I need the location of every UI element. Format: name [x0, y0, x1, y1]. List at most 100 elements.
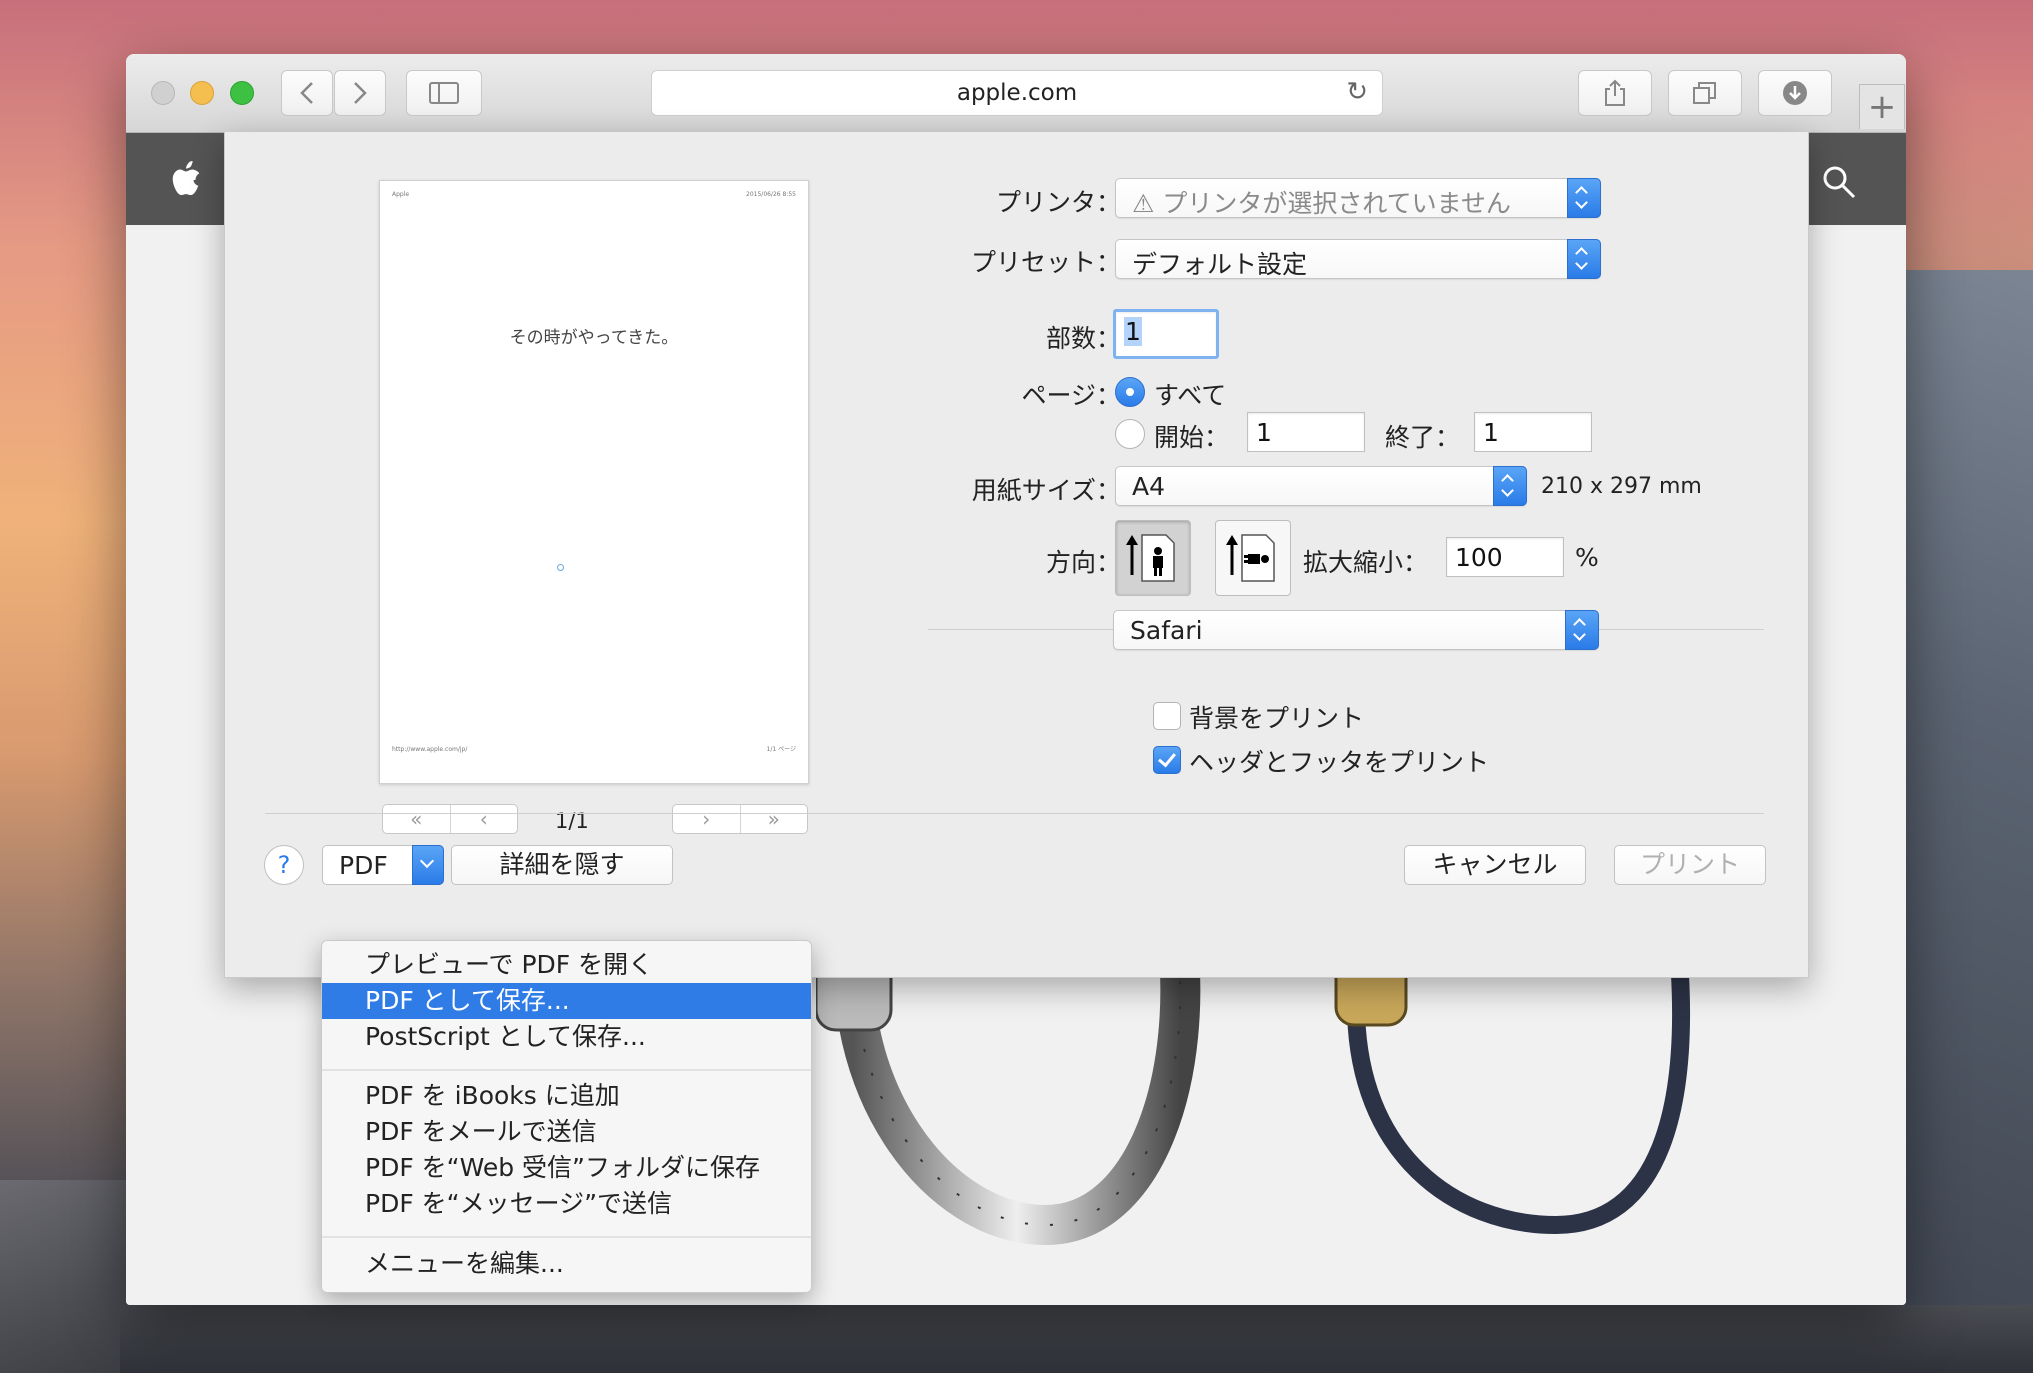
presets-value: デフォルト設定: [1132, 250, 1308, 279]
new-tab-button[interactable]: +: [1859, 84, 1905, 129]
pdf-menu-button[interactable]: PDF: [322, 845, 444, 885]
updown-arrows-icon: [1567, 178, 1601, 218]
updown-arrows-icon: [1567, 239, 1601, 279]
copies-field[interactable]: 1: [1113, 309, 1219, 359]
pages-to-value: 1: [1483, 418, 1499, 447]
menu-item-save-as-pdf[interactable]: PDF として保存...: [322, 983, 811, 1019]
printer-popup[interactable]: ⚠ プリンタが選択されていません: [1115, 178, 1601, 218]
help-button[interactable]: ?: [264, 845, 304, 885]
preview-forward-controls: › »: [672, 804, 808, 834]
last-page-button[interactable]: »: [741, 805, 808, 833]
pages-range-radio[interactable]: [1115, 419, 1145, 449]
pages-all-radio[interactable]: [1115, 377, 1145, 407]
fullscreen-window-button[interactable]: [230, 81, 254, 105]
pages-to-label: 終了：: [1385, 423, 1461, 452]
pages-label: ページ：: [1021, 381, 1121, 410]
tabs-icon: [1693, 82, 1716, 104]
menu-separator: [322, 1236, 811, 1238]
copies-value: 1: [1124, 317, 1142, 346]
sidebar-icon: [429, 82, 459, 104]
paper-size-value: A4: [1132, 472, 1166, 501]
section-value: Safari: [1130, 616, 1203, 645]
presets-label: プリセット：: [970, 248, 1121, 277]
close-window-button[interactable]: [151, 81, 175, 105]
pages-to-field[interactable]: 1: [1474, 412, 1592, 452]
wallpaper-rock-bottom: [120, 1305, 2033, 1373]
print-button[interactable]: プリント: [1614, 845, 1766, 885]
titlebar: apple.com ↻: [126, 54, 1906, 133]
print-headers-checkbox[interactable]: [1153, 746, 1181, 774]
chevron-right-icon: [354, 82, 367, 104]
share-button[interactable]: [1578, 70, 1652, 116]
updown-arrows-icon: [1493, 466, 1527, 506]
menu-separator: [322, 1069, 811, 1071]
preview-footer-left: http://www.apple.com/jp/: [392, 746, 468, 753]
paper-size-label: 用紙サイズ：: [971, 476, 1121, 505]
pdf-dropdown-menu: プレビューで PDF を開く PDF として保存... PostScript と…: [321, 940, 812, 1293]
landscape-orientation-button[interactable]: [1215, 520, 1291, 596]
menu-item-save-as-postscript[interactable]: PostScript として保存...: [322, 1019, 811, 1055]
pdf-button-label: PDF: [339, 851, 388, 880]
pages-all-label: すべて: [1154, 381, 1227, 410]
preview-header-left: Apple: [392, 191, 410, 198]
menu-item-open-in-preview[interactable]: プレビューで PDF を開く: [322, 947, 811, 983]
cancel-button[interactable]: キャンセル: [1404, 845, 1586, 885]
wallpaper-rock-right: [1905, 270, 2033, 1373]
reload-icon[interactable]: ↻: [1346, 77, 1368, 107]
preview-header-right: 2015/06/26 8:55: [746, 191, 796, 198]
scale-field[interactable]: 100: [1446, 537, 1564, 577]
preview-headline: その時がやってきた。: [509, 328, 679, 348]
scale-label: 拡大縮小：: [1303, 548, 1429, 577]
pages-from-field[interactable]: 1: [1247, 412, 1365, 452]
print-dialog: Apple 2015/06/26 8:55 その時がやってきた。 http://…: [224, 132, 1809, 978]
menu-item-save-web-receipts[interactable]: PDF を“Web 受信”フォルダに保存: [322, 1150, 811, 1186]
orientation-label: 方向：: [1045, 548, 1121, 577]
print-backgrounds-checkbox[interactable]: [1153, 702, 1181, 730]
printer-value: ⚠ プリンタが選択されていません: [1132, 189, 1511, 218]
chevron-left-icon: [300, 82, 313, 104]
printer-label: プリンタ：: [995, 188, 1121, 217]
paper-size-popup[interactable]: A4: [1115, 466, 1527, 506]
chevron-down-icon: [412, 845, 444, 885]
prev-page-button[interactable]: ‹: [451, 805, 518, 833]
preview-back-controls: « ‹: [382, 804, 518, 834]
share-icon: [1605, 79, 1625, 106]
download-icon: [1783, 81, 1807, 105]
portrait-icon: [1126, 534, 1175, 582]
pages-from-value: 1: [1256, 418, 1272, 447]
pages-from-label: 開始：: [1154, 423, 1230, 452]
address-bar[interactable]: apple.com ↻: [651, 70, 1383, 116]
steel-watch-image: [816, 925, 1201, 1246]
footer-divider: [265, 813, 1764, 814]
print-preview-page: Apple 2015/06/26 8:55 その時がやってきた。 http://…: [379, 180, 809, 784]
wallpaper-rock-left: [0, 1180, 140, 1373]
landscape-icon: [1226, 534, 1275, 582]
presets-popup[interactable]: デフォルト設定: [1115, 239, 1601, 279]
gold-watch-image: [1334, 925, 1690, 1235]
updown-arrows-icon: [1565, 610, 1599, 650]
portrait-orientation-button[interactable]: [1115, 520, 1191, 596]
menu-item-mail-pdf[interactable]: PDF をメールで送信: [322, 1114, 811, 1150]
sidebar-toggle-button[interactable]: [406, 70, 482, 116]
preview-footer-right: 1/1 ページ: [766, 746, 796, 753]
hide-details-button[interactable]: 詳細を隠す: [451, 845, 673, 885]
paper-dimensions: 210 x 297 mm: [1541, 474, 1702, 499]
minimize-window-button[interactable]: [190, 81, 214, 105]
forward-button[interactable]: [334, 70, 386, 116]
search-icon[interactable]: [1822, 165, 1856, 199]
downloads-button[interactable]: [1758, 70, 1832, 116]
apple-logo-icon[interactable]: [170, 161, 202, 197]
menu-item-edit-menu[interactable]: メニューを編集...: [322, 1246, 811, 1282]
back-button[interactable]: [281, 70, 333, 116]
section-popup[interactable]: Safari: [1113, 610, 1599, 650]
menu-item-send-via-messages[interactable]: PDF を“メッセージ”で送信: [322, 1186, 811, 1222]
tabs-overview-button[interactable]: [1668, 70, 1742, 116]
next-page-button[interactable]: ›: [673, 805, 741, 833]
first-page-button[interactable]: «: [383, 805, 451, 833]
print-backgrounds-label: 背景をプリント: [1189, 704, 1365, 733]
scale-unit: %: [1575, 543, 1599, 572]
copies-label: 部数：: [1045, 324, 1121, 353]
url-text: apple.com: [956, 80, 1078, 106]
menu-item-add-to-ibooks[interactable]: PDF を iBooks に追加: [322, 1078, 811, 1114]
scale-value: 100: [1455, 543, 1503, 572]
